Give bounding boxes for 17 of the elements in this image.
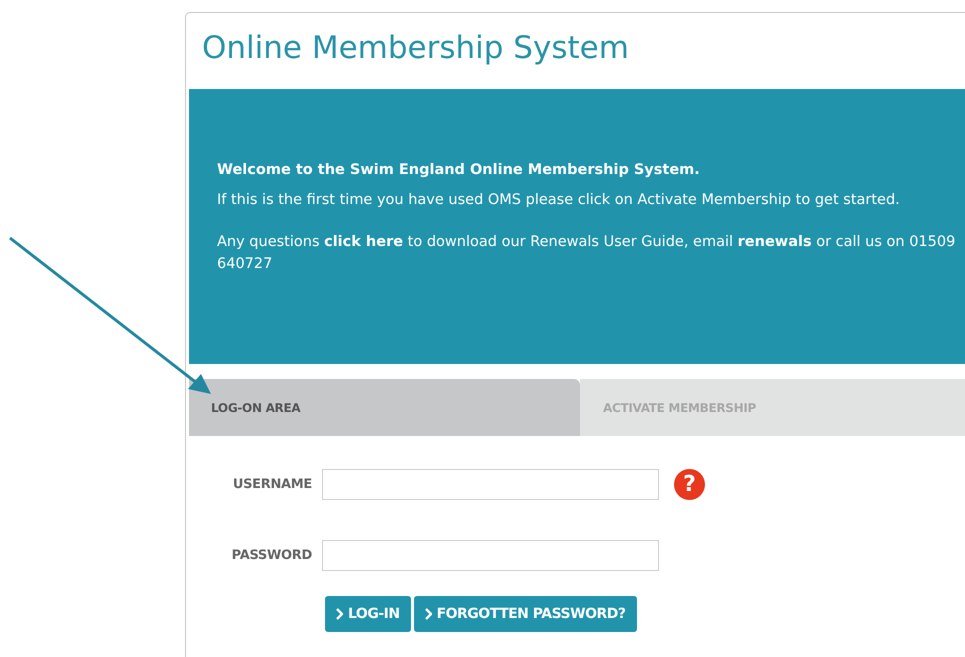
chevron-icon [336, 608, 343, 620]
input-field[interactable] [322, 540, 659, 571]
page-title: Online Membership System [201, 29, 630, 68]
field-label: USERNAME [232, 477, 313, 492]
contact-text: Any questions click here to download our Renewals User Guide, email renewals or call us on 01509 640727 [217, 233, 956, 274]
login-button[interactable]: LOG-IN [325, 596, 411, 632]
tab[interactable]: LOG-ON AREA [189, 379, 580, 436]
text-link[interactable]: click here [324, 234, 404, 250]
intro-text: If this is the first time you have used OMS please click on Activate Membership to get started. [217, 191, 901, 210]
input-field[interactable] [322, 469, 659, 500]
help-icon[interactable]: ? [674, 469, 705, 500]
welcome-heading: Welcome to the Swim England Online Membership System. [217, 161, 701, 180]
tab[interactable]: ACTIVATE MEMBERSHIP [580, 379, 965, 436]
text-link[interactable]: renewals [738, 234, 812, 250]
forgotten-password-button[interactable]: FORGOTTEN PASSWORD? [414, 596, 636, 632]
field-label: PASSWORD [230, 548, 313, 563]
chevron-icon [424, 608, 432, 620]
